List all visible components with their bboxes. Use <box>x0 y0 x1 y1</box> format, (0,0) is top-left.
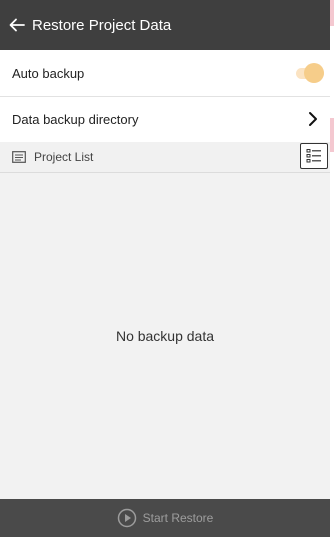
start-restore-label: Start Restore <box>142 511 214 525</box>
empty-state: No backup data <box>0 173 330 499</box>
back-button[interactable] <box>2 0 32 50</box>
project-list-header: Project List <box>0 142 330 173</box>
start-restore-button[interactable]: Start Restore <box>117 508 214 528</box>
list-view-icon <box>306 149 321 163</box>
top-bar: Restore Project Data <box>0 0 330 50</box>
screen-edge <box>330 0 336 537</box>
edge-decoration <box>330 0 334 26</box>
list-view-button[interactable] <box>300 143 328 169</box>
play-circle-icon <box>117 508 136 528</box>
auto-backup-toggle[interactable] <box>292 63 326 83</box>
backup-directory-row[interactable]: Data backup directory <box>0 97 330 142</box>
toggle-knob <box>304 63 324 83</box>
auto-backup-row: Auto backup <box>0 50 330 97</box>
page-title: Restore Project Data <box>32 16 172 34</box>
restore-screen: Restore Project Data Auto backup Data ba… <box>0 0 330 537</box>
auto-backup-label: Auto backup <box>12 65 85 81</box>
project-list-label: Project List <box>34 150 94 164</box>
bottom-bar: Start Restore <box>0 499 330 537</box>
empty-state-message: No backup data <box>115 328 215 344</box>
arrow-left-icon <box>9 18 25 32</box>
list-folder-icon <box>12 151 26 163</box>
chevron-right-icon <box>309 112 317 126</box>
backup-directory-label: Data backup directory <box>12 112 139 127</box>
edge-decoration <box>330 118 334 152</box>
